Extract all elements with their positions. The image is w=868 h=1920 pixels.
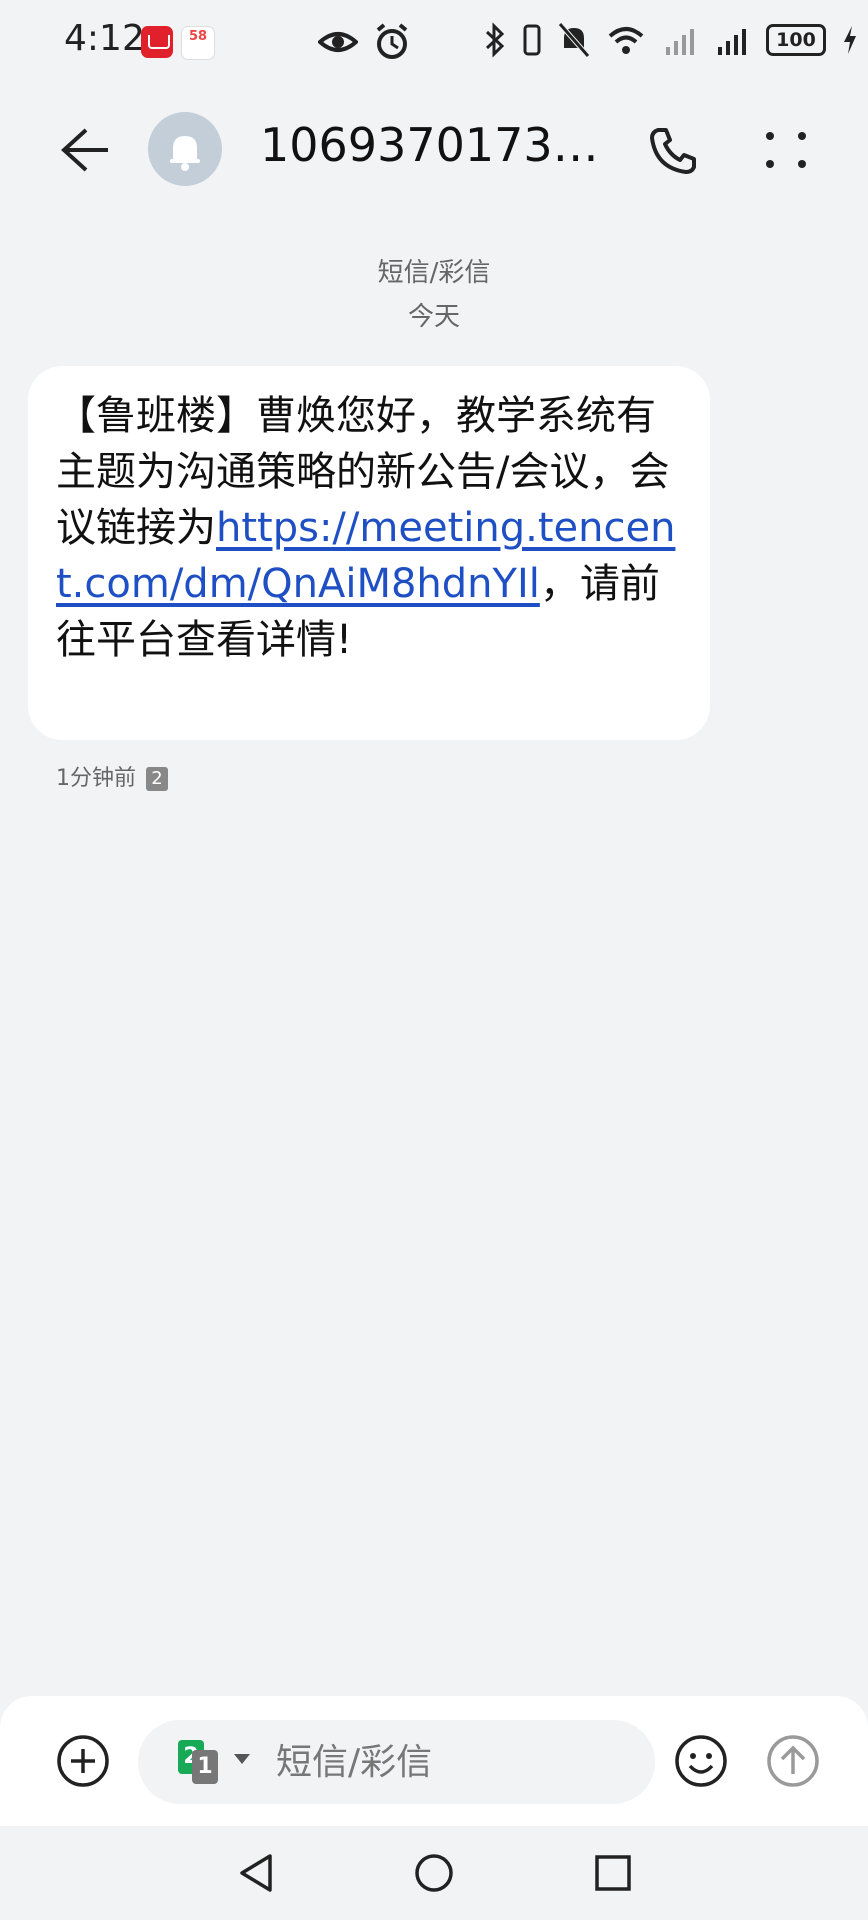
battery-indicator: 100 <box>766 24 826 56</box>
sim-slot-badge: 2 <box>146 767 168 791</box>
nav-back-icon[interactable] <box>232 1848 282 1898</box>
status-icons-middle <box>318 22 410 62</box>
date-separator: 今天 <box>407 302 460 332</box>
message-timestamp: 1分钟前 2 <box>56 760 168 792</box>
message-text: 【鲁班楼】曹焕您好，教学系统有主题为沟通策略的新公告/会议，会议链接为https… <box>56 388 680 668</box>
message-bubble[interactable]: 【鲁班楼】曹焕您好，教学系统有主题为沟通策略的新公告/会议，会议链接为https… <box>28 366 710 740</box>
nav-home-icon[interactable] <box>409 1848 459 1898</box>
chevron-down-icon[interactable] <box>234 1754 250 1764</box>
send-icon[interactable] <box>766 1734 820 1788</box>
nav-recent-apps-icon[interactable] <box>588 1848 638 1898</box>
charging-icon <box>844 26 856 54</box>
eye-icon <box>318 32 358 52</box>
composer-bar: 2 1 <box>0 1696 868 1826</box>
messaging-screen: 4:12 58 100 10693701739... 短信/彩信 今天 【鲁班楼… <box>0 0 868 1920</box>
message-type-label: 短信/彩信 <box>377 258 491 288</box>
more-vertical-icon[interactable] <box>758 122 814 178</box>
message-input-container: 2 1 <box>138 1720 655 1804</box>
status-icons-right: 100 <box>484 22 858 58</box>
phone-icon[interactable] <box>646 122 702 178</box>
conversation-header: 10693701739... <box>0 100 868 200</box>
58-app-icon: 58 <box>181 26 215 60</box>
bell-icon <box>170 136 200 171</box>
alarm-icon <box>376 23 408 59</box>
system-navigation-bar <box>0 1826 868 1920</box>
contact-title[interactable]: 10693701739... <box>260 118 605 172</box>
message-input[interactable] <box>276 1720 636 1804</box>
wifi-icon <box>608 27 644 54</box>
signal-off-icon <box>666 29 694 55</box>
message-time: 1分钟前 <box>56 766 136 791</box>
emoji-icon[interactable] <box>674 1734 728 1788</box>
avatar[interactable] <box>148 112 222 186</box>
add-icon[interactable] <box>56 1734 110 1788</box>
status-bar: 4:12 58 100 <box>0 0 868 84</box>
mute-bell-icon <box>558 22 590 58</box>
back-arrow-icon[interactable] <box>56 122 112 178</box>
signal-4g-icon <box>718 29 746 55</box>
status-time: 4:12 <box>64 18 145 59</box>
shopping-app-icon <box>141 26 173 58</box>
sim-secondary-icon: 1 <box>192 1750 218 1784</box>
bluetooth-icon <box>485 22 505 58</box>
vibrate-icon <box>523 24 541 56</box>
